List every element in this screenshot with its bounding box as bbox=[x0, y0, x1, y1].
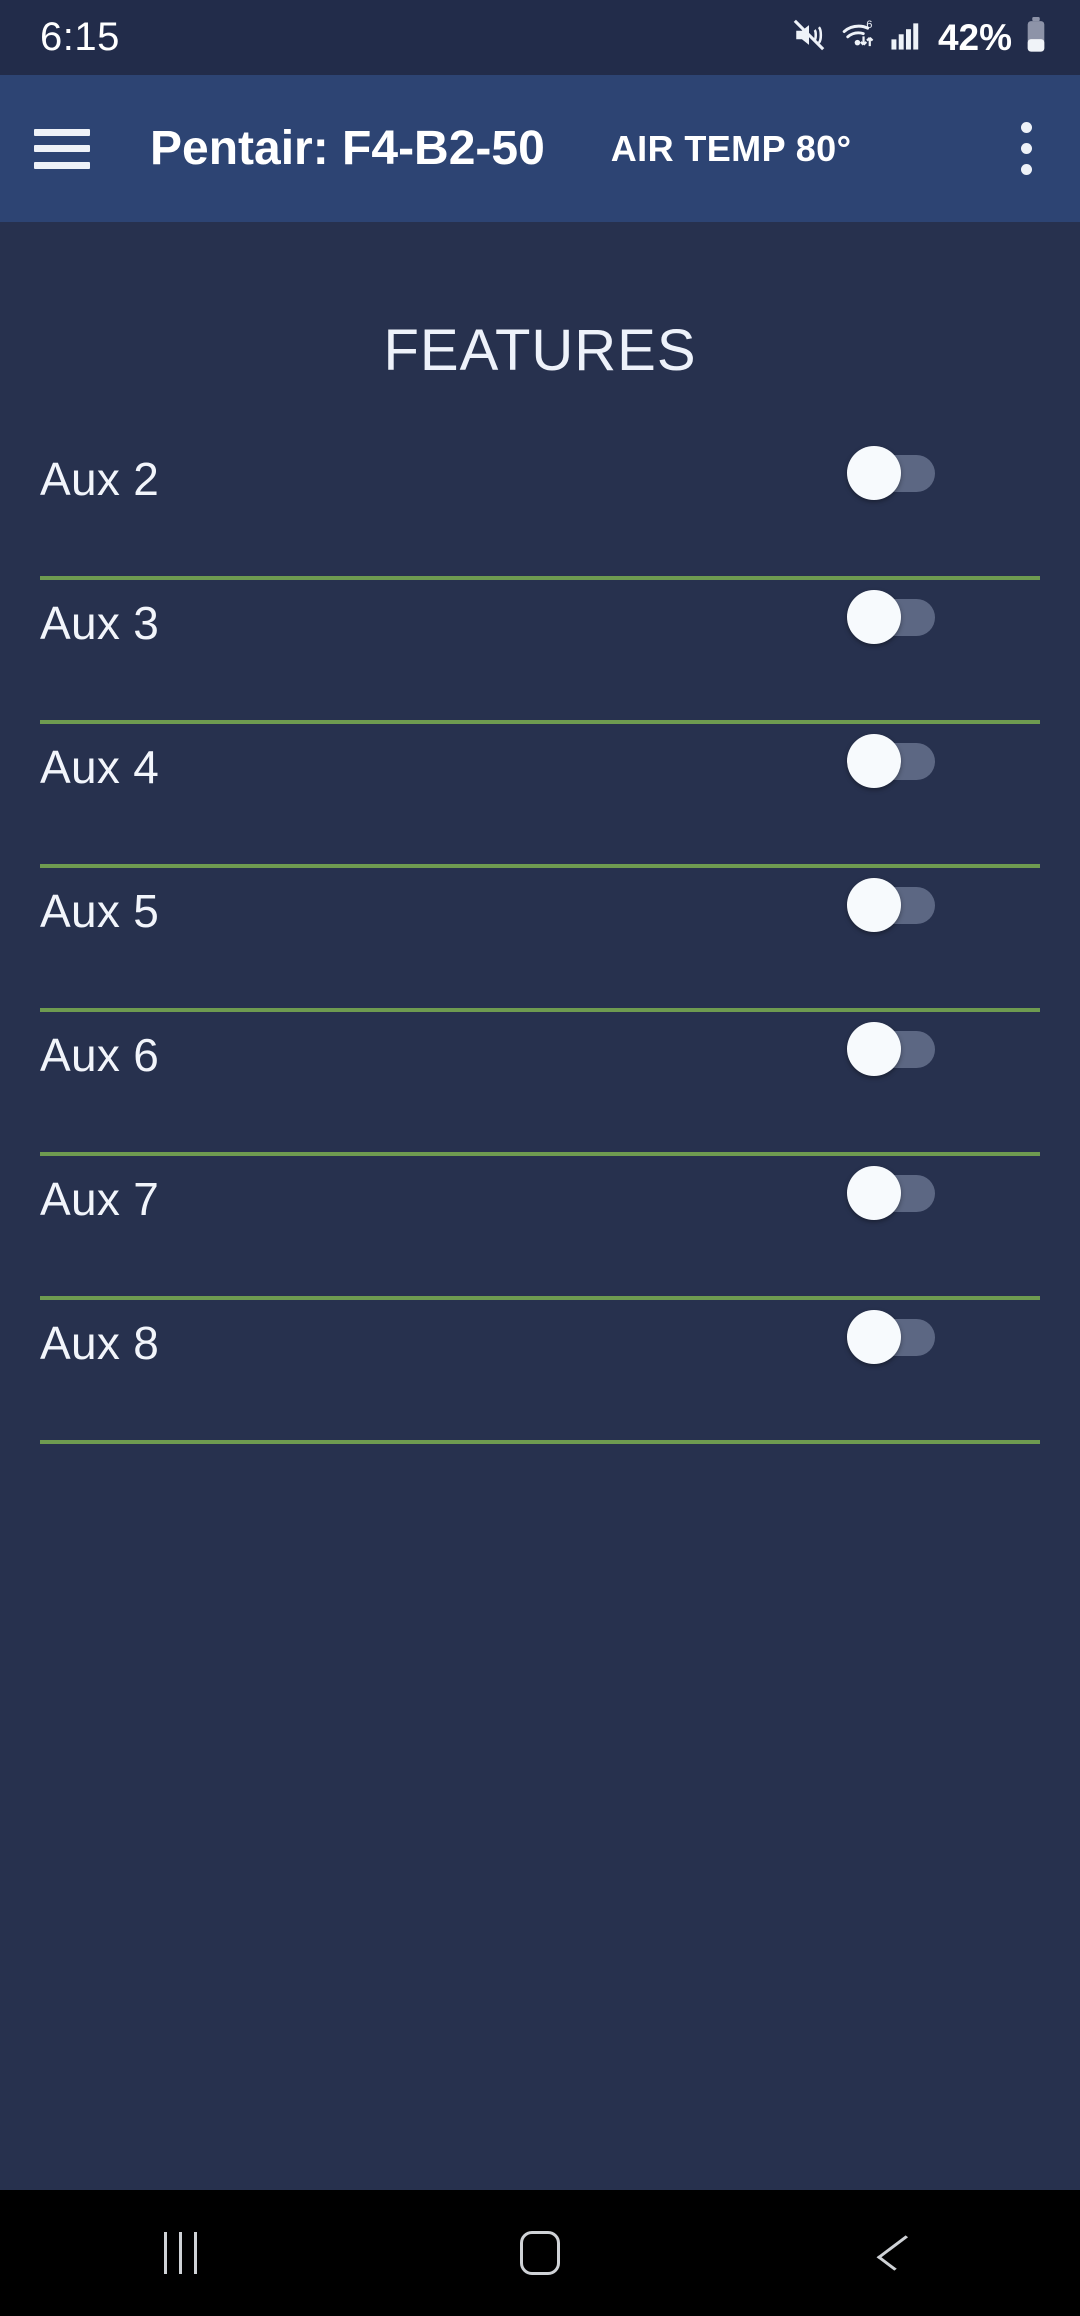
feature-toggle-switch[interactable] bbox=[847, 1012, 935, 1076]
toggle-thumb bbox=[847, 1022, 901, 1076]
features-list: Aux 2 Aux 3 Aux 4 Aux 5 Aux 6 Aux 7 Aux … bbox=[0, 436, 1080, 1444]
back-glyph bbox=[876, 2235, 924, 2271]
more-vertical-icon[interactable] bbox=[1016, 122, 1036, 175]
list-item[interactable]: Aux 8 bbox=[0, 1300, 1080, 1444]
feature-label: Aux 7 bbox=[40, 1173, 160, 1225]
status-clock: 6:15 bbox=[40, 15, 120, 59]
home-icon[interactable] bbox=[360, 2190, 720, 2316]
feature-label: Aux 2 bbox=[40, 453, 160, 505]
recents-icon[interactable] bbox=[0, 2190, 360, 2316]
hamburger-line bbox=[34, 145, 90, 152]
phone-screen: 6:15 6 42% Pentair: F4-B2-50 AIR TEMP 80… bbox=[0, 0, 1080, 2316]
feature-label: Aux 3 bbox=[40, 597, 160, 649]
overflow-dot bbox=[1020, 164, 1032, 175]
wifi-icon: 6 bbox=[840, 18, 876, 57]
recents-bar bbox=[178, 2232, 182, 2274]
list-item[interactable]: Aux 4 bbox=[0, 724, 1080, 868]
recents-bar bbox=[193, 2232, 197, 2274]
feature-label: Aux 8 bbox=[40, 1317, 160, 1369]
feature-toggle-switch[interactable] bbox=[847, 868, 935, 932]
feature-toggle-switch[interactable] bbox=[847, 1156, 935, 1220]
system-navigation-bar bbox=[0, 2190, 1080, 2316]
cellular-signal-icon bbox=[890, 19, 922, 56]
toggle-thumb bbox=[847, 446, 901, 500]
recents-glyph bbox=[163, 2232, 197, 2274]
list-item[interactable]: Aux 5 bbox=[0, 868, 1080, 1012]
feature-toggle-switch[interactable] bbox=[847, 436, 935, 500]
toggle-thumb bbox=[847, 878, 901, 932]
mute-icon bbox=[792, 18, 826, 57]
list-item[interactable]: Aux 7 bbox=[0, 1156, 1080, 1300]
page-title: Pentair: F4-B2-50 bbox=[150, 122, 545, 175]
hamburger-line bbox=[34, 161, 90, 169]
list-item[interactable]: Aux 3 bbox=[0, 580, 1080, 724]
section-heading: FEATURES bbox=[383, 318, 697, 383]
back-icon[interactable] bbox=[720, 2190, 1080, 2316]
app-bar: Pentair: F4-B2-50 AIR TEMP 80° bbox=[0, 75, 1080, 222]
battery-percent-label: 42% bbox=[937, 16, 1012, 58]
feature-label: Aux 5 bbox=[40, 885, 160, 937]
feature-toggle-switch[interactable] bbox=[847, 580, 935, 644]
list-item[interactable]: Aux 6 bbox=[0, 1012, 1080, 1156]
overflow-dot bbox=[1020, 122, 1032, 133]
row-divider bbox=[40, 1440, 1040, 1444]
list-item[interactable]: Aux 2 bbox=[0, 436, 1080, 580]
feature-label: Aux 4 bbox=[40, 741, 160, 793]
toggle-thumb bbox=[847, 734, 901, 788]
recents-bar bbox=[163, 2232, 167, 2274]
feature-label: Aux 6 bbox=[40, 1029, 160, 1081]
feature-toggle-switch[interactable] bbox=[847, 724, 935, 788]
feature-toggle-switch[interactable] bbox=[847, 1300, 935, 1364]
features-screen: FEATURES Aux 2 Aux 3 Aux 4 Aux 5 Aux 6 A… bbox=[0, 222, 1080, 2190]
air-temp-readout: AIR TEMP 80° bbox=[610, 127, 852, 169]
svg-text:6: 6 bbox=[866, 19, 872, 31]
hamburger-menu-icon[interactable] bbox=[34, 124, 104, 174]
home-glyph bbox=[520, 2231, 560, 2275]
hamburger-line bbox=[34, 128, 90, 136]
toggle-thumb bbox=[847, 590, 901, 644]
toggle-thumb bbox=[847, 1310, 901, 1364]
status-icons: 6 42% bbox=[792, 17, 1046, 59]
toggle-thumb bbox=[847, 1166, 901, 1220]
overflow-dot bbox=[1020, 143, 1032, 154]
battery-icon bbox=[1026, 17, 1046, 58]
status-bar: 6:15 6 42% bbox=[0, 0, 1080, 75]
